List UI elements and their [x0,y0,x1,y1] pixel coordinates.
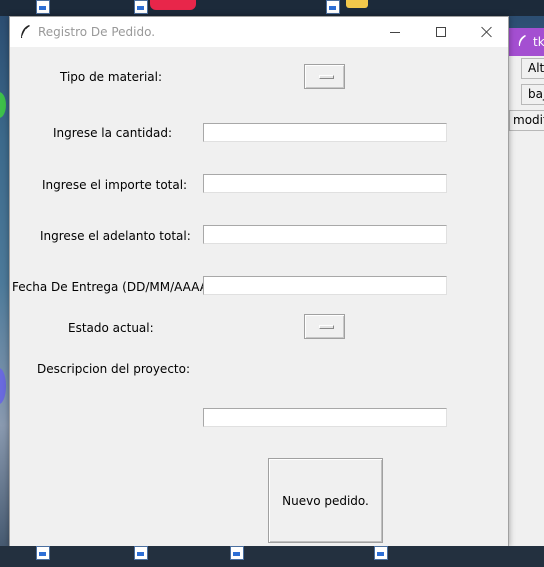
adelanto-input[interactable] [203,225,447,244]
taskbar-shortcut-icon[interactable] [230,546,244,560]
desktop-shortcut-icon[interactable] [36,0,50,14]
close-icon [481,26,493,38]
fecha-entrega-input[interactable] [203,276,447,295]
importe-input[interactable] [203,174,447,193]
cantidad-input[interactable] [203,123,447,142]
window-titlebar[interactable]: Registro De Pedido. [10,17,508,47]
descripcion-input[interactable] [203,408,447,427]
option-menu-indicator-icon [319,325,334,329]
desktop-top-strip [0,0,544,16]
adelanto-label: Ingrese el adelanto total: [40,229,191,243]
option-menu-indicator-icon [319,75,334,79]
maximize-button[interactable] [418,17,464,47]
taskbar-shortcut-icon[interactable] [374,546,388,560]
background-tk-window[interactable]: tk Alta baja modif [508,28,544,548]
desktop-app-icon[interactable] [150,0,196,10]
window-title: Registro De Pedido. [38,25,156,39]
taskbar-shortcut-icon[interactable] [36,546,50,560]
fecha-entrega-label: Fecha De Entrega (DD/MM/AAAA): [12,280,217,294]
descripcion-label: Descripcion del proyecto: [37,362,190,376]
tipo-material-option-menu[interactable] [304,64,345,89]
desktop-shortcut-icon[interactable] [326,0,340,14]
background-window-title: tk [533,35,544,49]
maximize-icon [436,27,446,37]
close-button[interactable] [464,17,510,47]
estado-actual-label: Estado actual: [68,321,154,335]
desktop-shortcut-icon[interactable] [134,0,148,14]
modif-button[interactable]: modif [509,110,544,131]
estado-actual-option-menu[interactable] [304,314,345,339]
alta-button[interactable]: Alta [521,58,544,79]
feather-icon [21,25,30,38]
taskbar-strip [0,546,544,567]
baja-button[interactable]: baja [521,84,544,105]
minimize-button[interactable] [372,17,418,47]
importe-label: Ingrese el importe total: [42,178,188,192]
minimize-icon [390,31,400,33]
registro-pedido-window: Registro De Pedido. Tipo de material: In… [9,16,509,547]
feather-icon [518,35,526,46]
taskbar-shortcut-icon[interactable] [134,546,148,560]
nuevo-pedido-button[interactable]: Nuevo pedido. [268,458,383,543]
background-window-titlebar[interactable]: tk [509,28,544,56]
desktop-app-icon[interactable] [346,0,368,8]
tipo-material-label: Tipo de material: [60,70,163,84]
cantidad-label: Ingrese la cantidad: [53,126,172,140]
